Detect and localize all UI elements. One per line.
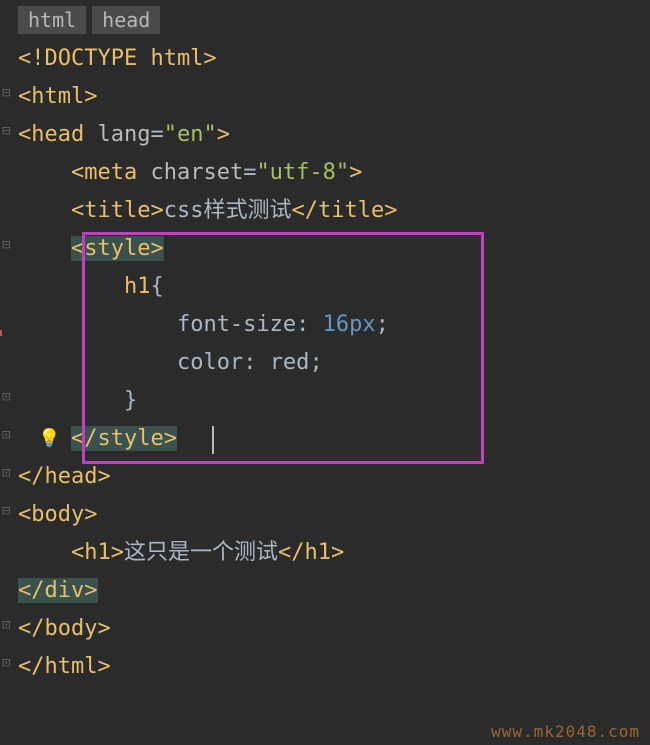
breadcrumb[interactable]: html head bbox=[0, 0, 650, 40]
breadcrumb-item-head[interactable]: head bbox=[92, 6, 160, 34]
code-line-10[interactable]: } bbox=[18, 382, 650, 420]
lightbulb-icon[interactable]: 💡 bbox=[38, 428, 60, 449]
code-line-11[interactable]: </style> bbox=[18, 420, 650, 458]
watermark-text: www.mk2048.com bbox=[491, 722, 640, 741]
code-line-8[interactable]: font-size: 16px; bbox=[18, 306, 650, 344]
code-line-9[interactable]: color: red; bbox=[18, 344, 650, 382]
code-line-4[interactable]: <meta charset="utf-8"> bbox=[18, 154, 650, 192]
code-line-7[interactable]: h1{ bbox=[18, 268, 650, 306]
fold-marker-icon[interactable] bbox=[2, 656, 10, 670]
fold-marker-icon[interactable] bbox=[2, 238, 10, 252]
code-line-1[interactable]: <!DOCTYPE html> bbox=[18, 40, 650, 78]
fold-marker-icon[interactable] bbox=[2, 428, 10, 442]
fold-marker-icon[interactable] bbox=[2, 390, 10, 404]
code-line-14[interactable]: <h1>这只是一个测试</h1> bbox=[18, 534, 650, 572]
code-editor[interactable]: <!DOCTYPE html> <html> <head lang="en"> … bbox=[0, 40, 650, 686]
code-line-15[interactable]: </div> bbox=[18, 572, 650, 610]
code-line-5[interactable]: <title>css样式测试</title> bbox=[18, 192, 650, 230]
fold-marker-icon[interactable] bbox=[2, 86, 10, 100]
breadcrumb-item-html[interactable]: html bbox=[18, 6, 86, 34]
code-line-13[interactable]: <body> bbox=[18, 496, 650, 534]
fold-marker-icon[interactable] bbox=[2, 466, 10, 480]
error-marker-icon bbox=[0, 330, 2, 336]
code-line-6[interactable]: <style> bbox=[18, 230, 650, 268]
fold-marker-icon[interactable] bbox=[2, 618, 10, 632]
text-cursor bbox=[212, 426, 214, 454]
code-line-2[interactable]: <html> bbox=[18, 78, 650, 116]
code-line-12[interactable]: </head> bbox=[18, 458, 650, 496]
fold-marker-icon[interactable] bbox=[2, 124, 10, 138]
code-line-3[interactable]: <head lang="en"> bbox=[18, 116, 650, 154]
fold-marker-icon[interactable] bbox=[2, 504, 10, 518]
code-line-16[interactable]: </body> bbox=[18, 610, 650, 648]
code-line-17[interactable]: </html> bbox=[18, 648, 650, 686]
